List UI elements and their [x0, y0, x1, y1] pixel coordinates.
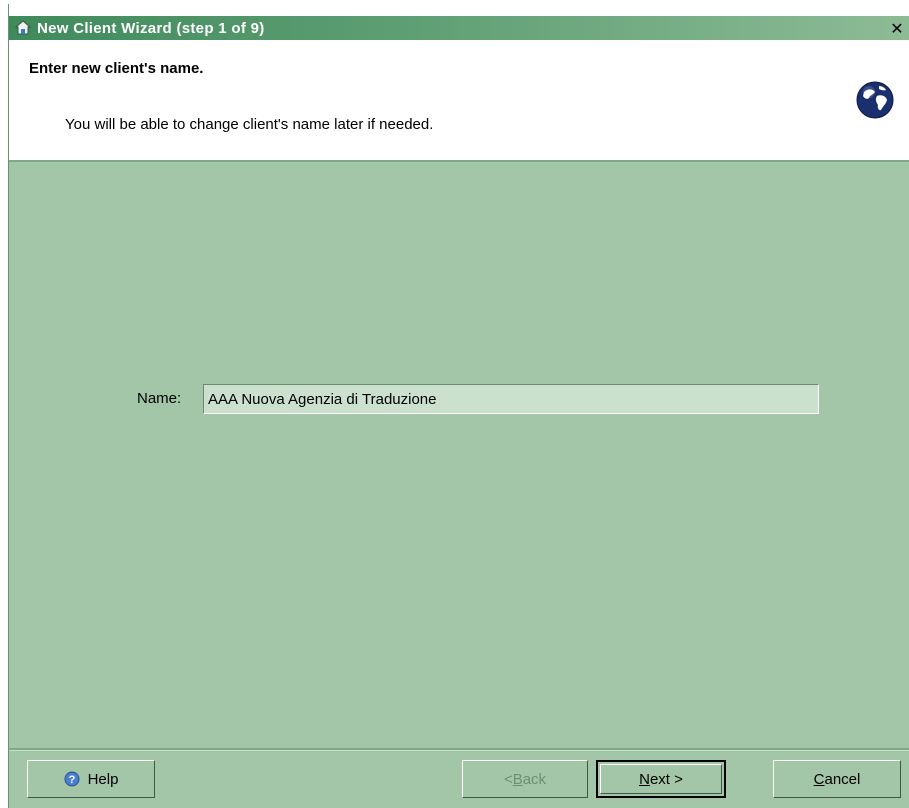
cancel-label-rest: ancel: [824, 770, 861, 788]
svg-text:?: ?: [68, 774, 75, 786]
close-icon: ✕: [890, 18, 904, 38]
client-name-input[interactable]: [203, 384, 819, 414]
help-button[interactable]: ? Help: [27, 760, 155, 798]
cancel-button[interactable]: Cancel: [773, 760, 901, 798]
wizard-window: New Client Wizard (step 1 of 9) ✕ Enter …: [8, 4, 909, 808]
back-label-prefix: <: [503, 770, 513, 788]
back-button[interactable]: < Back: [462, 760, 588, 798]
next-button[interactable]: Next >: [596, 760, 726, 798]
step-heading: Enter new client's name.: [29, 60, 204, 77]
name-label: Name:: [137, 390, 182, 407]
next-mnemonic: N: [639, 770, 650, 788]
close-button[interactable]: ✕: [887, 18, 907, 38]
step-description: You will be able to change client's name…: [65, 116, 434, 133]
title-bar[interactable]: New Client Wizard (step 1 of 9) ✕: [9, 16, 909, 40]
button-bar-divider: [9, 748, 909, 751]
header-panel: Enter new client's name. You will be abl…: [9, 40, 909, 162]
help-icon: ?: [64, 771, 80, 787]
help-label: Help: [87, 770, 119, 788]
cancel-mnemonic: C: [813, 770, 825, 788]
back-mnemonic: B: [512, 770, 523, 788]
next-label-rest: ext >: [649, 770, 683, 788]
window-title: New Client Wizard (step 1 of 9): [37, 19, 265, 37]
next-button-face: Next >: [600, 764, 722, 794]
back-label-rest: ack: [522, 770, 547, 788]
top-band: [9, 4, 909, 16]
globe-icon: [856, 81, 894, 119]
app-icon: [15, 20, 31, 35]
